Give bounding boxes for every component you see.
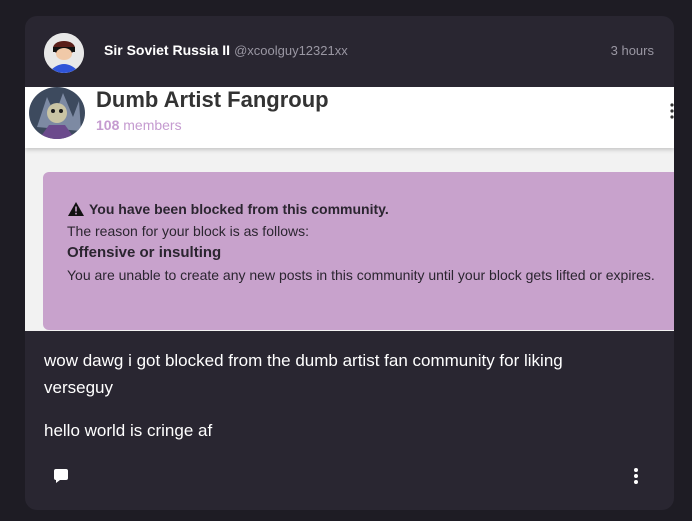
post-paragraph: hello world is cringe af [44,421,213,440]
more-vertical-icon [670,101,674,121]
warning-icon [67,201,85,217]
author-avatar[interactable] [44,33,84,73]
member-count: 108 members [96,117,182,133]
community-icon [29,87,85,139]
author-info[interactable]: Sir Soviet Russia II @xcoolguy12321xx [104,42,348,58]
more-vertical-icon[interactable] [634,467,638,485]
community-title: Dumb Artist Fangroup [96,87,329,112]
notice-info: You are unable to create any new posts i… [67,267,655,283]
post-header: Sir Soviet Russia II @xcoolguy12321xx 3 h… [25,16,674,86]
post-card: Sir Soviet Russia II @xcoolguy12321xx 3 h… [25,16,674,510]
notice-reason-label: The reason for your block is as follows: [67,223,309,239]
author-handle[interactable]: @xcoolguy12321xx [234,43,348,58]
post-footer [25,461,674,491]
post-timestamp[interactable]: 3 hours [611,43,654,58]
member-count-label: members [123,117,182,133]
author-name[interactable]: Sir Soviet Russia II [104,42,230,58]
post-paragraph: wow dawg i got blocked from the dumb art… [44,351,563,397]
comment-icon[interactable] [53,468,69,484]
embedded-screenshot[interactable]: Dumb Artist Fangroup 108 members You hav… [25,87,674,331]
community-header: Dumb Artist Fangroup 108 members [25,87,674,148]
notice-title: You have been blocked from this communit… [89,201,389,217]
notice-reason: Offensive or insulting [67,244,222,261]
notice-title-row: You have been blocked from this communit… [67,198,674,220]
member-count-value: 108 [96,117,120,133]
block-notice: You have been blocked from this communit… [43,172,674,330]
post-body: wow dawg i got blocked from the dumb art… [44,347,624,460]
